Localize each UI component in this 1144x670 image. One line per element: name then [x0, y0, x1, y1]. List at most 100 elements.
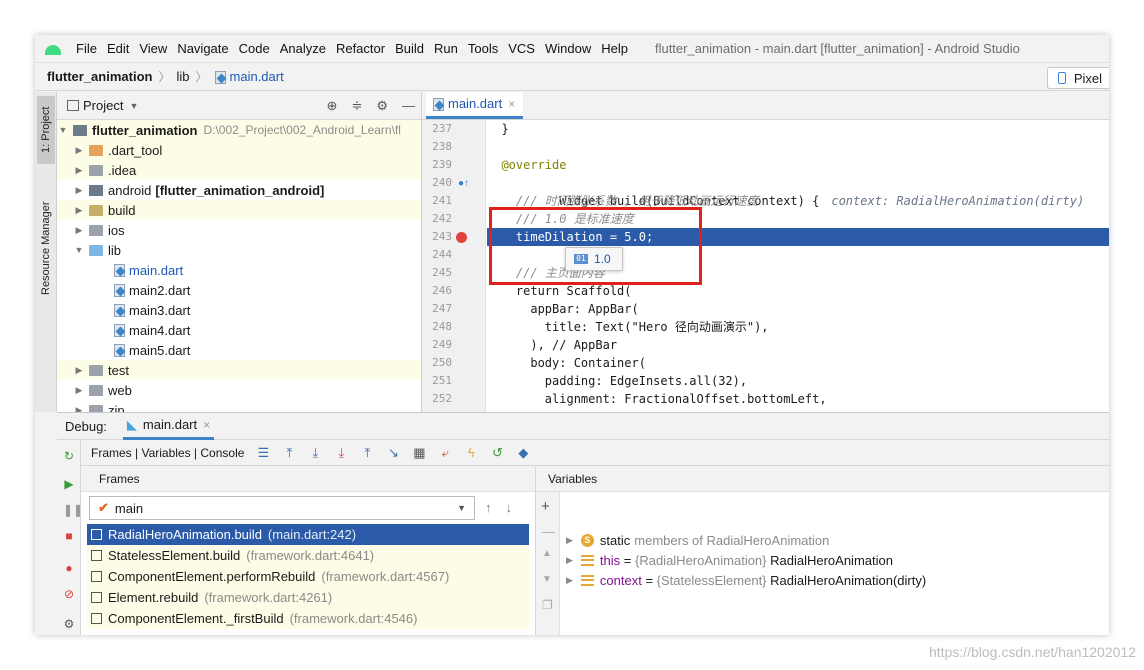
- menu-build[interactable]: Build: [390, 41, 429, 56]
- tree-row-test[interactable]: ▶ test: [57, 360, 421, 380]
- view-breakpoints-icon[interactable]: ●: [63, 562, 75, 574]
- run-to-cursor-icon[interactable]: ↘: [386, 445, 400, 460]
- menu-tools[interactable]: Tools: [463, 41, 503, 56]
- debug-tab-main-dart[interactable]: ◣ main.dart ×: [122, 412, 215, 440]
- breadcrumb-folder[interactable]: lib: [176, 69, 189, 84]
- tree-row-main3-dart[interactable]: main3.dart: [57, 300, 421, 320]
- frame-row[interactable]: RadialHeroAnimation.build (main.dart:242…: [87, 524, 529, 545]
- expand-arrow-icon[interactable]: ▶: [566, 575, 573, 586]
- frame-row[interactable]: ComponentElement._firstBuild (framework.…: [87, 608, 529, 629]
- resource-manager-tab[interactable]: Resource Manager: [37, 188, 55, 308]
- tree-row-idea[interactable]: ▶ .idea: [57, 160, 421, 180]
- tree-row-root[interactable]: ▼ flutter_animation D:\002_Project\002_A…: [57, 120, 421, 140]
- layout-tabs-label[interactable]: Frames | Variables | Console: [91, 446, 244, 460]
- mute-breakpoints-icon[interactable]: ⊘: [63, 588, 75, 600]
- module-folder-icon: [89, 184, 103, 196]
- breadcrumb-file[interactable]: main.dart: [230, 69, 284, 84]
- menu-edit[interactable]: Edit: [102, 41, 134, 56]
- close-icon[interactable]: ×: [508, 97, 515, 111]
- hot-reload-icon[interactable]: ϟ: [464, 445, 478, 460]
- menu-code[interactable]: Code: [234, 41, 275, 56]
- crosshair-icon[interactable]: ⊕: [327, 98, 338, 114]
- minimize-icon[interactable]: —: [402, 98, 415, 114]
- variable-row-this[interactable]: ▶ this = {RadialHeroAnimation} RadialHer…: [566, 550, 893, 570]
- thread-selector[interactable]: ✔ main ▼: [89, 496, 475, 520]
- arrow-down-icon[interactable]: ↓: [506, 500, 513, 515]
- frame-row[interactable]: ComponentElement.performRebuild (framewo…: [87, 566, 529, 587]
- tree-row-main4-dart[interactable]: main4.dart: [57, 320, 421, 340]
- expand-arrow-icon[interactable]: ▶: [566, 555, 573, 566]
- tree-row-ios[interactable]: ▶ ios: [57, 220, 421, 240]
- code-line: /// 1.0 是标准速度: [487, 212, 634, 226]
- menu-run[interactable]: Run: [429, 41, 463, 56]
- editor-tab-main-dart[interactable]: main.dart ×: [426, 92, 524, 119]
- frame-row[interactable]: Element.rebuild (framework.dart:4261): [87, 587, 529, 608]
- arrow-down-icon[interactable]: ▼: [542, 574, 552, 585]
- add-watch-icon[interactable]: +: [541, 498, 550, 515]
- menu-navigate[interactable]: Navigate: [172, 41, 233, 56]
- tree-item-label: main3.dart: [129, 302, 191, 318]
- override-marker-icon[interactable]: ●↑: [458, 178, 469, 189]
- variable-row-static[interactable]: ▶ S static members of RadialHeroAnimatio…: [566, 530, 829, 550]
- tree-row-dart-tool[interactable]: ▶ .dart_tool: [57, 140, 421, 160]
- tree-row-main5-dart[interactable]: main5.dart: [57, 340, 421, 360]
- arrow-up-icon[interactable]: ↑: [485, 500, 492, 515]
- tree-row-android[interactable]: ▶ android [flutter_animation_android]: [57, 180, 421, 200]
- stop-icon[interactable]: ■: [63, 530, 75, 542]
- show-execution-point-icon[interactable]: ⤒: [282, 445, 296, 460]
- menu-help[interactable]: Help: [596, 41, 633, 56]
- expand-arrow-icon[interactable]: ▶: [73, 405, 85, 413]
- gear-icon[interactable]: ⚙: [63, 618, 75, 630]
- pause-icon[interactable]: ❚❚: [63, 504, 83, 516]
- step-out-icon[interactable]: ⤒: [360, 445, 374, 460]
- tree-item-label: ios: [108, 222, 125, 238]
- tree-row-lib[interactable]: ▼ lib: [57, 240, 421, 260]
- expand-arrow-icon[interactable]: ▶: [73, 165, 85, 176]
- step-over-icon[interactable]: ⤓: [308, 445, 322, 460]
- chevron-down-icon[interactable]: ▼: [129, 101, 138, 111]
- expand-arrow-icon[interactable]: ▶: [566, 535, 573, 546]
- expand-arrow-icon[interactable]: ▼: [57, 125, 69, 135]
- expand-arrow-icon[interactable]: ▶: [73, 145, 85, 156]
- value-tooltip[interactable]: 01 1.0: [565, 247, 623, 271]
- expand-arrow-icon[interactable]: ▶: [73, 385, 85, 396]
- menu-file[interactable]: File: [71, 41, 102, 56]
- menu-refactor[interactable]: Refactor: [331, 41, 390, 56]
- rerun-icon[interactable]: ↻: [63, 450, 75, 462]
- hot-restart-icon[interactable]: ↺: [490, 445, 504, 460]
- copy-icon[interactable]: ❐: [542, 598, 553, 612]
- breakpoint-icon[interactable]: [456, 232, 467, 243]
- expand-arrow-icon[interactable]: ▶: [73, 205, 85, 216]
- menu-analyze[interactable]: Analyze: [275, 41, 331, 56]
- frame-row[interactable]: StatelessElement.build (framework.dart:4…: [87, 545, 529, 566]
- evaluate-expression-icon[interactable]: ▦: [412, 445, 426, 460]
- tree-row-web[interactable]: ▶ web: [57, 380, 421, 400]
- menu-view[interactable]: View: [134, 41, 172, 56]
- editor-gutter[interactable]: 237 238 239 240 241 242 243 244 245 246 …: [422, 120, 486, 412]
- device-selector[interactable]: Pixel: [1046, 67, 1109, 89]
- expand-arrow-icon[interactable]: ▶: [73, 225, 85, 236]
- tree-row-zip[interactable]: ▶ zip: [57, 400, 421, 412]
- tree-row-main-dart[interactable]: main.dart: [57, 260, 421, 280]
- gear-icon[interactable]: ⚙: [376, 98, 388, 114]
- menu-vcs[interactable]: VCS: [503, 41, 540, 56]
- drop-frame-icon[interactable]: ⤶: [438, 445, 452, 460]
- tree-row-build[interactable]: ▶ build: [57, 200, 421, 220]
- breadcrumb-project[interactable]: flutter_animation: [47, 69, 152, 84]
- resume-icon[interactable]: ▶: [63, 478, 75, 490]
- expand-arrow-icon[interactable]: ▶: [73, 365, 85, 376]
- close-icon[interactable]: ×: [203, 418, 210, 432]
- remove-watch-icon[interactable]: —: [542, 524, 555, 539]
- collapse-all-icon[interactable]: ≑: [351, 98, 362, 114]
- menu-window[interactable]: Window: [540, 41, 596, 56]
- dart-devtools-icon[interactable]: ◆: [516, 445, 530, 460]
- tree-row-main2-dart[interactable]: main2.dart: [57, 280, 421, 300]
- expand-arrow-icon[interactable]: ▼: [73, 245, 85, 255]
- project-panel-title[interactable]: Project: [83, 98, 123, 113]
- expand-arrow-icon[interactable]: ▶: [73, 185, 85, 196]
- variable-row-context[interactable]: ▶ context = {StatelessElement} RadialHer…: [566, 570, 926, 590]
- step-into-icon[interactable]: ⤓: [334, 445, 348, 460]
- menu-icon[interactable]: ☰: [256, 445, 270, 460]
- arrow-up-icon[interactable]: ▲: [542, 548, 552, 559]
- project-tool-tab[interactable]: 1: Project: [37, 96, 55, 164]
